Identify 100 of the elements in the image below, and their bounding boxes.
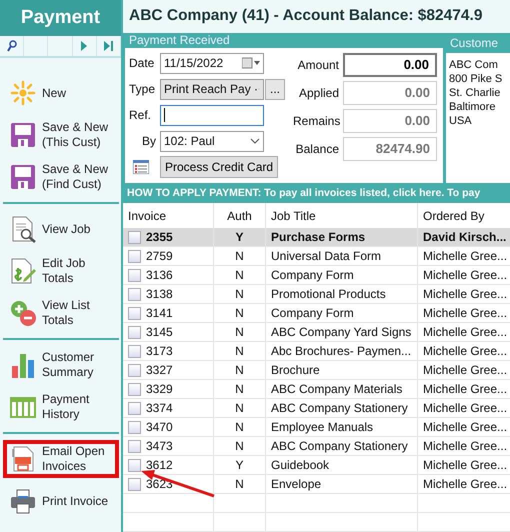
checkbox[interactable] [128,306,141,320]
checkbox[interactable] [128,382,141,396]
checkbox[interactable] [128,230,141,244]
panel-header: Payment Received [125,32,443,48]
table-cell: Y [214,456,266,475]
table-cell: 3470 [123,418,214,437]
address-line: 800 Pike S [449,72,504,86]
table-cell: N [214,418,266,437]
table-cell: 3145 [123,323,214,342]
field-label: Amount [296,58,339,72]
bar-chart-icon [9,351,37,379]
field-label: Type [129,82,156,96]
checkbox[interactable] [128,344,141,358]
checkbox[interactable] [128,288,141,300]
field-label: Ref. [129,108,152,122]
field-label: Remains [293,114,339,128]
table-cell: ABC Company Stationery [266,437,418,456]
table-cell: Employee Manuals [266,418,418,437]
sidebar-item[interactable]: New [3,74,119,112]
table-cell: 3173 [123,342,214,361]
table-cell: Company Form [266,266,418,285]
more-button[interactable]: ... [265,78,285,100]
printer-icon [9,487,37,515]
sidebar-item[interactable]: View List Totals [3,294,119,332]
table-cell: 3141 [123,304,214,323]
window-title: ABC Company (41) - Account Balance: $82474.9 [129,7,482,26]
table-cell: N [214,437,266,456]
sparkle-icon [9,79,37,107]
calendar-icon [242,57,260,70]
document-dollar-pencil-icon [9,257,37,285]
last-icon [104,41,113,51]
address-line: USA [449,114,473,128]
table-cell: N [214,304,266,323]
process-credit-card-button[interactable]: Process Credit Card [160,156,278,178]
table-cell: 3136 [123,266,214,285]
table-cell: 3473 [123,437,214,456]
table-cell: Universal Data Form [266,247,418,266]
checkbox[interactable] [128,402,141,414]
table-cell: ABC Company Stationery [266,399,418,418]
table-cell: Purchase Forms [266,228,418,247]
checkbox[interactable] [128,250,141,262]
table-cell: Promotional Products [266,285,418,304]
table-cell: N [214,399,266,418]
amount-field: 0.00 [343,108,437,133]
checkbox[interactable] [128,458,141,472]
table-cell: Guidebook [266,456,418,475]
chevron-down-icon [250,138,260,144]
next-icon [81,41,88,51]
address-line: ABC Com [449,58,499,72]
table-cell: N [214,475,266,494]
sidebar-item[interactable]: Email Open Invoices [3,440,119,478]
sidebar-item[interactable]: View Job [3,210,119,248]
sidebar-item[interactable]: Customer Summary [3,346,119,384]
table-cell: Envelope [266,475,418,494]
field-label: Date [129,56,156,70]
sidebar-item[interactable]: Payment History [3,388,119,426]
table-cell: 3374 [123,399,214,418]
sidebar-item[interactable]: Print Invoice [3,482,119,520]
field-label: Applied [298,86,339,100]
table-cell: ABC Company Materials [266,380,418,399]
address-line: Baltimore [449,100,496,114]
table-cell: N [214,342,266,361]
sidebar-title: Payment [0,0,121,36]
checkbox[interactable] [128,364,141,376]
date-field[interactable]: 11/15/2022 [160,52,264,74]
list-icon [133,160,149,174]
table-cell: Abc Brochures- Paymen... [266,342,418,361]
table-cell: N [214,266,266,285]
checkbox[interactable] [128,478,141,490]
panel-header: Custome [446,32,510,53]
search-icon [6,40,17,52]
checkbox[interactable] [128,268,141,282]
address-line: St. Charlie [449,86,502,100]
amount-field[interactable]: 0.00 [343,52,437,77]
table-cell: N [214,323,266,342]
amount-field: 82474.90 [343,136,437,161]
sidebar-item[interactable]: Edit Job Totals [3,252,119,290]
table-cell: David Kirsch... [418,228,510,247]
sidebar-item[interactable]: Save & New (This Cust) [3,116,119,154]
checkbox[interactable] [128,420,141,434]
sidebar-item[interactable]: Save & New (Find Cust) [3,158,119,196]
type-dropdown[interactable]: Print Reach Pay · [160,78,264,100]
amount-field: 0.00 [343,80,437,105]
checkbox[interactable] [128,440,141,452]
ref-field[interactable] [160,104,264,126]
table-cell: Brochure [266,361,418,380]
table-cell: 3327 [123,361,214,380]
plus-minus-icon [9,299,37,327]
by-dropdown[interactable]: 102: Paul [160,130,264,152]
table-cell: N [214,285,266,304]
table-cell: N [214,361,266,380]
table-cell: 3329 [123,380,214,399]
field-label: Balance [294,142,339,156]
table-cell: 2355 [123,228,214,247]
checkbox[interactable] [128,326,141,338]
table-cell: N [214,247,266,266]
table-cell: Y [214,228,266,247]
table-cell: 3138 [123,285,214,304]
field-label: By [140,134,156,148]
table-cell: Company Form [266,304,418,323]
